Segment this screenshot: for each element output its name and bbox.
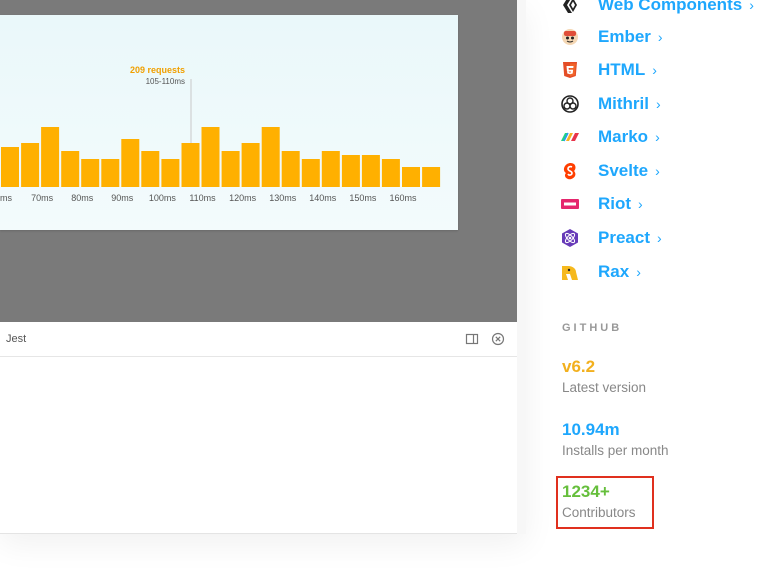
framework-label: Rax — [598, 262, 630, 281]
framework-label: HTML — [598, 60, 646, 79]
chart-bar[interactable] — [181, 143, 200, 187]
x-tick-label: 90ms — [111, 193, 134, 203]
svelte-icon — [560, 161, 580, 181]
stat-caption: Latest version — [562, 380, 647, 395]
chart-bar[interactable] — [221, 151, 240, 187]
addons-panel: Jest — [0, 322, 517, 524]
tab-jest[interactable]: Jest — [6, 333, 26, 345]
framework-link-mithril[interactable]: Mithril › — [560, 93, 661, 115]
chevron-right-icon: › — [657, 29, 663, 45]
chart-bar[interactable] — [61, 151, 80, 187]
chart-bar[interactable] — [201, 127, 220, 187]
x-tick-label: ms — [0, 193, 12, 203]
stat-caption: Installs per month — [562, 443, 669, 458]
chart-bar[interactable] — [21, 143, 40, 187]
marko-icon — [560, 127, 580, 147]
chart-bar[interactable] — [121, 139, 140, 187]
framework-link-marko[interactable]: Marko › — [560, 126, 660, 148]
mithril-icon — [560, 94, 580, 114]
chart-bar[interactable] — [81, 159, 100, 187]
highlight-box — [556, 476, 654, 529]
github-stat-installs: 10.94m Installs per month — [562, 420, 669, 458]
framework-link-rax[interactable]: Rax › — [560, 261, 641, 283]
panel-divider — [517, 0, 526, 534]
framework-link-preact[interactable]: Preact › — [560, 227, 662, 249]
chart-bar[interactable] — [1, 147, 19, 187]
x-tick-label: 80ms — [71, 193, 94, 203]
story-canvas: 209 requests 105-110ms ms 70ms 80ms 90ms 100… — [0, 0, 517, 322]
chart-bar[interactable] — [141, 151, 160, 187]
framework-label: Web Components — [598, 0, 743, 14]
tooltip-title: 209 requests — [130, 65, 185, 75]
web-components-icon — [560, 0, 580, 15]
x-tick-label: 150ms — [349, 193, 377, 203]
html5-icon — [560, 60, 580, 80]
preact-icon — [560, 228, 580, 248]
x-tick-label: 140ms — [309, 193, 337, 203]
panel-orientation-icon[interactable] — [465, 332, 479, 346]
framework-label: Mithril — [598, 94, 649, 113]
framework-label: Marko — [598, 127, 649, 146]
chevron-right-icon: › — [638, 196, 643, 212]
github-heading: GITHUB — [562, 322, 623, 334]
stat-value[interactable]: 10.94m — [562, 420, 669, 440]
riot-icon — [560, 194, 580, 214]
x-tick-label: 130ms — [269, 193, 297, 203]
chart-bar[interactable] — [101, 159, 120, 187]
chevron-right-icon: › — [655, 163, 660, 179]
chart-bar[interactable] — [41, 127, 60, 187]
bar-chart-svg: 209 requests 105-110ms ms 70ms 80ms 90ms 100… — [0, 65, 441, 203]
x-tick-label: 70ms — [31, 193, 54, 203]
chevron-right-icon: › — [749, 0, 754, 13]
chart-bar[interactable] — [361, 155, 380, 187]
preview-panel: 209 requests 105-110ms ms 70ms 80ms 90ms 100… — [0, 0, 526, 534]
chart-bar[interactable] — [261, 127, 280, 187]
chart-bar[interactable] — [381, 159, 400, 187]
x-tick-label: 160ms — [389, 193, 417, 203]
chart-bar[interactable] — [422, 167, 441, 187]
chart-bar[interactable] — [281, 151, 300, 187]
addons-toolbar: Jest — [0, 322, 517, 357]
chart-bar[interactable] — [161, 159, 180, 187]
close-panel-icon[interactable] — [491, 332, 505, 346]
tooltip-range: 105-110ms — [146, 77, 185, 86]
chevron-right-icon: › — [656, 230, 662, 246]
framework-link-ember[interactable]: Ember › — [560, 26, 663, 48]
chart-bar[interactable] — [341, 155, 360, 187]
x-tick-label: 100ms — [149, 193, 177, 203]
chevron-right-icon: › — [652, 62, 657, 78]
framework-link-svelte[interactable]: Svelte › — [560, 160, 660, 182]
framework-label: Ember — [598, 27, 651, 46]
stat-value[interactable]: v6.2 — [562, 357, 646, 377]
x-tick-label: 110ms — [189, 193, 216, 203]
framework-link-web-components[interactable]: Web Components › — [560, 0, 754, 16]
x-tick-label: 120ms — [229, 193, 257, 203]
chevron-right-icon: › — [656, 96, 661, 112]
chart-bar[interactable] — [301, 159, 320, 187]
github-stat-version: v6.2 Latest version — [562, 357, 646, 395]
framework-label: Preact — [598, 228, 650, 247]
chevron-right-icon: › — [636, 264, 641, 280]
framework-label: Riot — [598, 194, 632, 213]
chevron-right-icon: › — [655, 129, 660, 145]
chart-bar[interactable] — [402, 167, 420, 187]
chart-bar[interactable] — [241, 143, 260, 187]
chart-bar[interactable] — [321, 151, 340, 187]
performance-chart: 209 requests 105-110ms ms 70ms 80ms 90ms 100… — [0, 15, 458, 230]
framework-label: Svelte — [598, 161, 649, 180]
framework-link-riot[interactable]: Riot › — [560, 193, 643, 215]
ember-icon — [560, 27, 580, 47]
framework-link-html[interactable]: HTML › — [560, 59, 657, 81]
rax-icon — [560, 262, 580, 282]
